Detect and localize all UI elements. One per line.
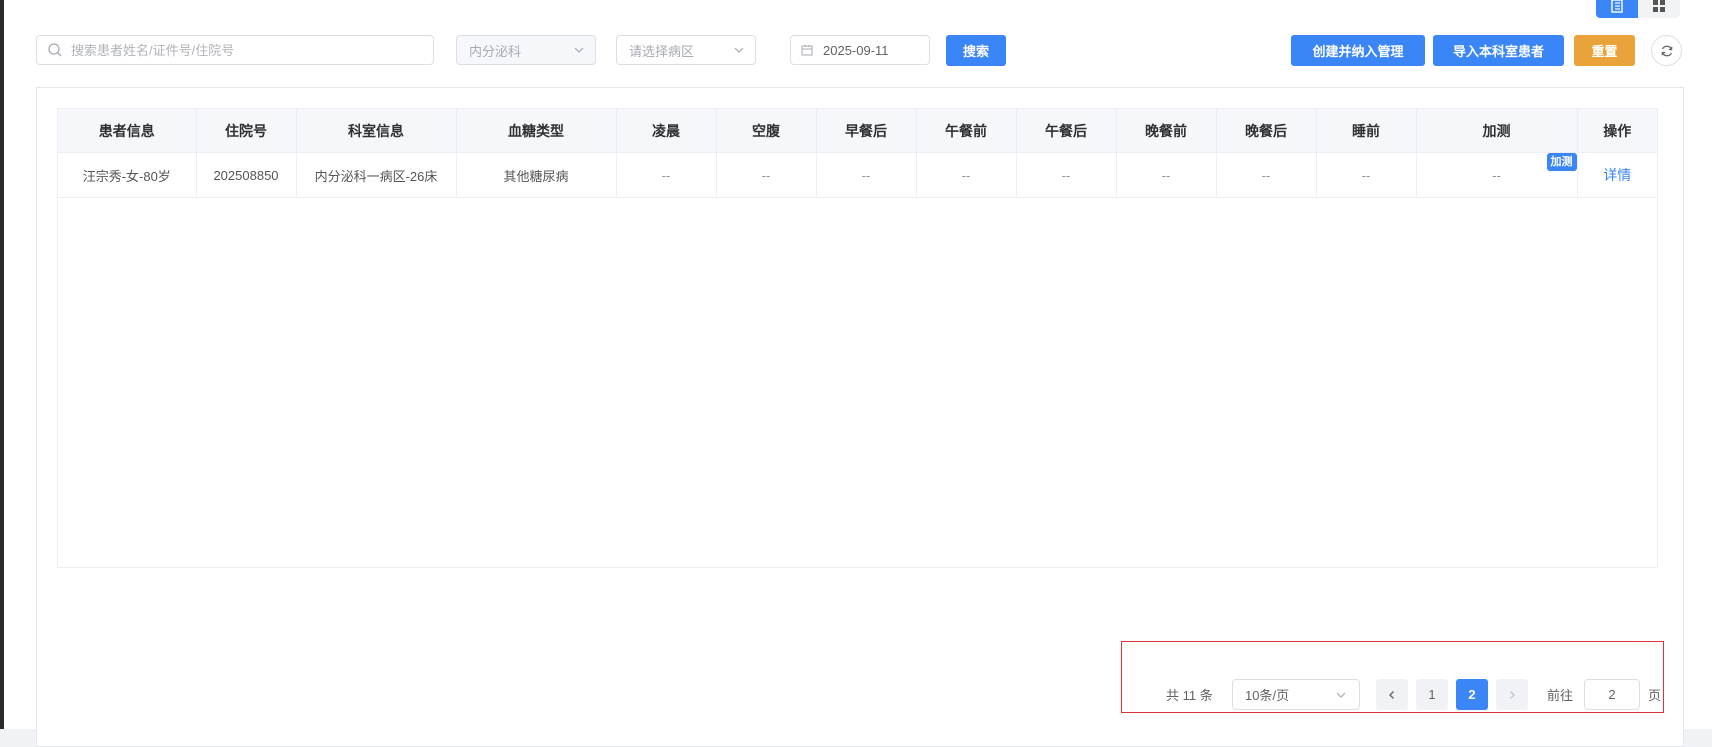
refresh-icon (1661, 45, 1672, 56)
header-after-dinner: 晚餐后 (1216, 109, 1317, 153)
ward-select[interactable]: 请选择病区 (616, 35, 756, 65)
header-after-breakfast: 早餐后 (816, 109, 917, 153)
cell-dawn: -- (616, 152, 717, 198)
header-glucose-type: 血糖类型 (456, 109, 617, 153)
chevron-down-icon (1336, 692, 1346, 698)
search-input[interactable] (69, 41, 433, 59)
page-size-value: 10条/页 (1245, 688, 1290, 703)
cell-after-breakfast: -- (816, 152, 917, 198)
patient-table: 患者信息 住院号 科室信息 血糖类型 凌晨 空腹 早餐后 午餐前 午餐后 晚餐前… (57, 108, 1658, 568)
cell-department: 内分泌科一病区-26床 (296, 152, 457, 198)
search-icon (48, 43, 62, 57)
grid-view-button[interactable] (1638, 0, 1680, 18)
calendar-icon (801, 45, 813, 56)
cell-before-lunch: -- (916, 152, 1017, 198)
cell-bedtime: -- (1316, 152, 1417, 198)
header-extra: 加测 (1416, 109, 1578, 153)
cell-fasting: -- (716, 152, 817, 198)
next-page-button[interactable] (1496, 679, 1528, 710)
search-box[interactable] (36, 35, 434, 65)
cell-extra: -- 加测 (1416, 152, 1578, 198)
ward-select-placeholder: 请选择病区 (629, 43, 695, 59)
list-view-icon (1611, 0, 1623, 13)
cell-after-lunch: -- (1016, 152, 1117, 198)
header-dawn: 凌晨 (616, 109, 717, 153)
department-select-value: 内分泌科 (469, 43, 522, 59)
header-fasting: 空腹 (716, 109, 817, 153)
header-before-lunch: 午餐前 (916, 109, 1017, 153)
table-row: 汪宗秀-女-80岁 202508850 内分泌科一病区-26床 其他糖尿病 --… (58, 152, 1657, 198)
search-button[interactable]: 搜索 (946, 35, 1006, 66)
chevron-down-icon (574, 47, 584, 53)
cell-extra-value: -- (1492, 167, 1501, 183)
department-select[interactable]: 内分泌科 (456, 35, 596, 65)
grid-view-icon (1653, 0, 1665, 12)
cell-patient: 汪宗秀-女-80岁 (58, 152, 197, 198)
reset-button[interactable]: 重置 (1574, 35, 1635, 66)
detail-link[interactable]: 详情 (1603, 167, 1631, 183)
list-view-button[interactable] (1596, 0, 1638, 18)
goto-label: 前往 (1547, 688, 1574, 703)
cell-after-dinner: -- (1216, 152, 1317, 198)
cell-glucose-type: 其他糖尿病 (456, 152, 617, 198)
create-and-manage-button[interactable]: 创建并纳入管理 (1291, 35, 1425, 66)
header-action: 操作 (1577, 109, 1657, 153)
cell-action: 详情 (1577, 152, 1657, 198)
pagination-total: 共 11 条 (1166, 688, 1213, 703)
refresh-button[interactable] (1651, 35, 1682, 66)
header-bedtime: 睡前 (1316, 109, 1417, 153)
header-before-dinner: 晚餐前 (1116, 109, 1217, 153)
header-admission-no: 住院号 (196, 109, 297, 153)
page-1-button[interactable]: 1 (1416, 679, 1448, 710)
header-after-lunch: 午餐后 (1016, 109, 1117, 153)
cell-before-dinner: -- (1116, 152, 1217, 198)
header-patient-info: 患者信息 (58, 109, 197, 153)
page-suffix-label: 页 (1648, 688, 1662, 703)
cell-admission-no: 202508850 (196, 152, 297, 198)
import-patients-button[interactable]: 导入本科室患者 (1433, 35, 1564, 66)
chevron-right-icon (1510, 690, 1515, 699)
main-stage: 内分泌科 请选择病区 2025-09-11 搜索 创建并纳入管理 导入本科室患者… (4, 0, 1712, 747)
header-department: 科室信息 (296, 109, 457, 153)
chevron-left-icon (1389, 690, 1394, 699)
chevron-down-icon (734, 47, 744, 53)
date-value: 2025-09-11 (823, 42, 889, 58)
goto-page-input[interactable]: 2 (1584, 679, 1640, 710)
view-toggle (1596, 0, 1680, 18)
extra-measure-tag[interactable]: 加测 (1546, 153, 1577, 171)
page-2-button[interactable]: 2 (1456, 679, 1488, 710)
prev-page-button[interactable] (1376, 679, 1408, 710)
table-header-row: 患者信息 住院号 科室信息 血糖类型 凌晨 空腹 早餐后 午餐前 午餐后 晚餐前… (58, 109, 1657, 153)
page-size-select[interactable]: 10条/页 (1232, 679, 1360, 710)
date-picker[interactable]: 2025-09-11 (790, 35, 930, 65)
